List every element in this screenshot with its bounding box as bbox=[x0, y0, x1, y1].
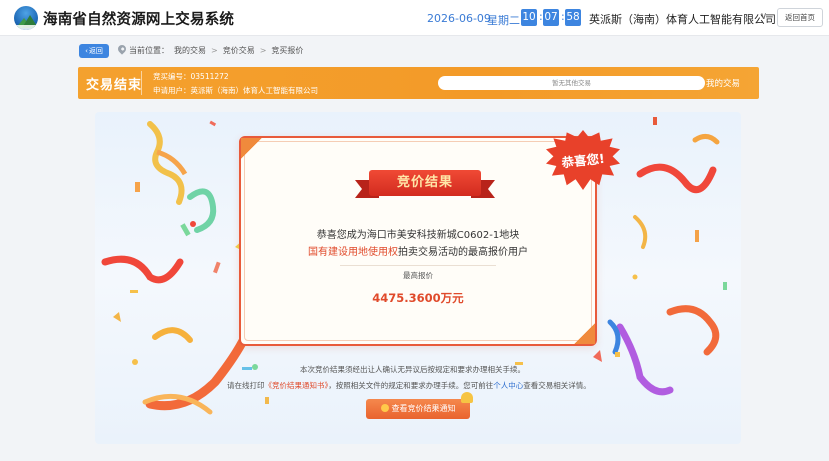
notice-line-1: 本次竞价结果须经出让人确认无异议后按规定和要求办理相关手续。 bbox=[300, 365, 525, 374]
back-arrow-icon: ‹ bbox=[85, 47, 88, 55]
current-date: 2026-06-09 bbox=[427, 12, 491, 25]
bid-number: 竞买编号：03511272 bbox=[153, 72, 229, 81]
view-result-notice-label: 查看竞价结果通知 bbox=[391, 404, 456, 413]
back-label: 返回 bbox=[88, 47, 103, 55]
notice-line-2: 请在线打印《竞价结果通知书》，按照相关文件的规定和要求办理手续。您可前往个人中心… bbox=[227, 380, 591, 391]
notice-text: ，按照相关文件的规定和要求办理手续。您可前往 bbox=[328, 381, 494, 390]
result-line-1: 恭喜您成为海口市美安科技新城C0602-1地块 bbox=[316, 230, 520, 241]
divider bbox=[141, 71, 142, 95]
breadcrumb-item-bidding[interactable]: 竞价交易 bbox=[223, 46, 255, 55]
trade-status-bar: 交易结束 竞买编号：03511272 申请用户：英派斯（海南）体育人工智能有限公… bbox=[78, 67, 759, 99]
result-line-2: 国有建设用地使用权拍卖交易活动的最高报价用户 bbox=[239, 243, 597, 258]
notice-text: 请在线打印 bbox=[227, 381, 265, 390]
clock-minute: 07 bbox=[543, 9, 559, 26]
breadcrumb-item-my-trades[interactable]: 我的交易 bbox=[174, 46, 206, 55]
breadcrumb-prefix: 当前位置： bbox=[129, 46, 169, 55]
result-line-2-rest: 拍卖交易活动的最高报价用户 bbox=[398, 247, 528, 258]
ribbon-title: 竞价结果 bbox=[369, 170, 481, 196]
clock-second: 58 bbox=[565, 9, 581, 26]
current-weekday: 星期二 bbox=[487, 14, 520, 27]
land-right-type: 国有建设用地使用权 bbox=[308, 247, 398, 258]
site-logo-icon bbox=[14, 6, 38, 30]
bell-icon bbox=[461, 392, 473, 403]
clock-hour: 10 bbox=[521, 9, 537, 26]
my-trades-link[interactable]: 我的交易 bbox=[706, 77, 740, 89]
highest-price: 4475.3600万元 bbox=[372, 291, 464, 305]
breadcrumb: 当前位置： 我的交易 > 竞价交易 > 竞买报价 bbox=[129, 45, 308, 56]
return-home-button[interactable]: 返回首页 bbox=[777, 8, 823, 27]
breadcrumb-item-quote: 竞买报价 bbox=[271, 46, 304, 55]
breadcrumb-separator: > bbox=[211, 46, 218, 55]
trade-status-title: 交易结束 bbox=[86, 78, 143, 93]
site-title: 海南省自然资源网上交易系统 bbox=[43, 12, 235, 28]
certificate-corner-decoration bbox=[241, 138, 267, 164]
personal-center-link[interactable]: 个人中心 bbox=[493, 381, 523, 390]
view-result-notice-button[interactable]: 查看竞价结果通知 bbox=[366, 399, 470, 419]
price-label: 最高报价 bbox=[403, 271, 433, 280]
result-notice-link[interactable]: 《竞价结果通知书》 bbox=[265, 381, 329, 390]
divider bbox=[340, 265, 496, 266]
back-button[interactable]: ‹返回 bbox=[79, 44, 109, 58]
top-header: 海南省自然资源网上交易系统 2026-06-09 星期二 10 : 07 : 5… bbox=[0, 0, 829, 36]
notice-text: 查看交易相关详情。 bbox=[523, 381, 591, 390]
certificate-corner-decoration bbox=[569, 318, 595, 344]
other-trades-select[interactable]: 暂无其他交易 bbox=[438, 76, 705, 90]
congrats-badge: 恭喜您! bbox=[546, 130, 620, 190]
chevron-down-icon[interactable]: ∨ bbox=[760, 11, 767, 22]
result-ribbon: 竞价结果 bbox=[355, 168, 495, 204]
smiley-icon bbox=[380, 404, 389, 412]
applicant-name: 申请用户：英派斯（海南）体育人工智能有限公司 bbox=[153, 86, 318, 95]
location-pin-icon bbox=[116, 43, 128, 55]
user-company-menu[interactable]: 英派斯（海南）体育人工智能有限公司 bbox=[589, 11, 776, 27]
breadcrumb-separator: > bbox=[259, 46, 267, 55]
